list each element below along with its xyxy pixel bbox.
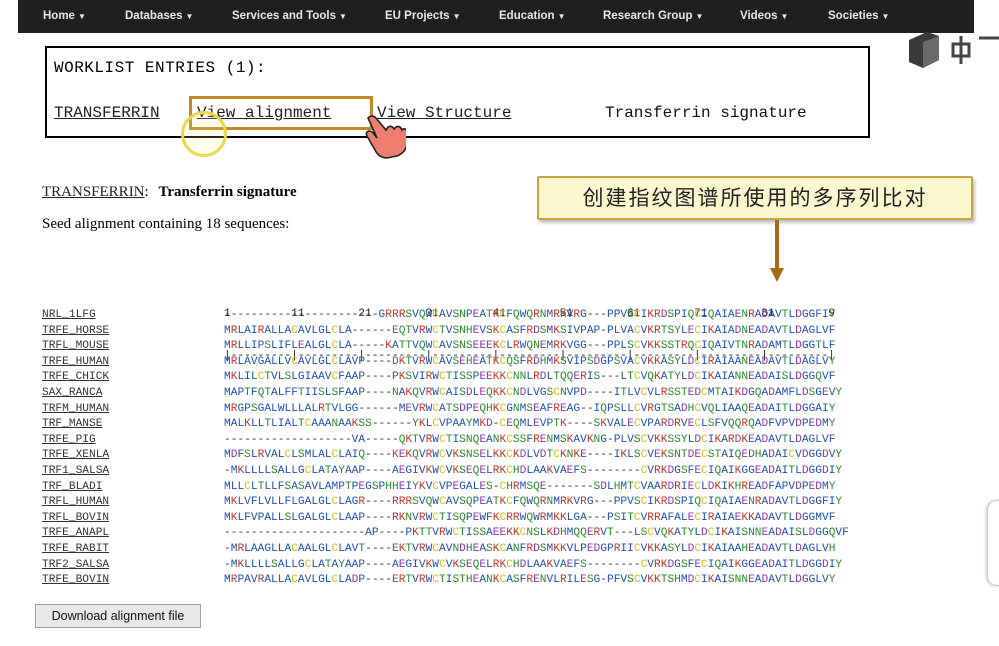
caret-down-icon: ▼ — [881, 12, 890, 21]
sequence-name-link[interactable]: TRF_BLADI — [42, 480, 222, 496]
nav-societies[interactable]: Societies ▼ — [828, 10, 889, 22]
nav-home[interactable]: Home ▼ — [43, 10, 86, 22]
sequence-name-link[interactable]: TRFE_PIG — [42, 433, 222, 449]
sequence-name-link[interactable]: TRFE_ANAPL — [42, 526, 222, 542]
caret-down-icon: ▼ — [695, 12, 704, 21]
nav-services-and-tools[interactable]: Services and Tools ▼ — [232, 10, 347, 22]
sequence-residues: MRLAIRALLACAVLGLCLA------EQTVRWCTVSNHEVS… — [224, 324, 836, 337]
sequence-residues: MRPAVRALLACAVLGLCLADP----ERTVRWCTISTHEAN… — [224, 574, 836, 587]
sequence-residues: -------------------VA-----QKTVRWCTISNQEA… — [224, 433, 836, 446]
download-alignment-button[interactable]: Download alignment file — [35, 604, 201, 628]
sequence-name-link[interactable]: TRF2_SALSA — [42, 558, 222, 574]
sequence-name-link[interactable]: TRFL_HUMAN — [42, 495, 222, 511]
alignment-title: TRANSFERRIN: Transferrin signature — [42, 184, 297, 201]
sequence-name-link[interactable]: TRFE_BOVIN — [42, 573, 222, 589]
sequence-name-link[interactable]: NRL_1LFG — [42, 308, 222, 324]
caret-down-icon: ▼ — [77, 12, 86, 21]
sequence-name-link[interactable]: TRFE_HUMAN — [42, 355, 222, 371]
caret-down-icon: ▼ — [557, 12, 566, 21]
caret-down-icon: ▼ — [780, 12, 789, 21]
sequence-residues: -----------------------GRRRSVQWCAVSNPEAT… — [224, 309, 836, 321]
page-overlay-icon[interactable] — [909, 32, 999, 68]
sequence-residues: -MKLLLLSALLGCLATAYAAP----AEGIVKWCVKSEQEL… — [224, 464, 843, 477]
nav-databases[interactable]: Databases ▼ — [125, 10, 193, 22]
caret-down-icon: ▼ — [185, 12, 194, 21]
sequence-name-link[interactable]: TRF_MANSE — [42, 417, 222, 433]
sequence-residues: ---------------------AP----PKTTVRWCTISSA… — [224, 527, 849, 540]
sequence-name-link[interactable]: TRFL_BOVIN — [42, 511, 222, 527]
sequence-residues: MLLCLTLLFSASAVLAMPTPEGSPHHEIYKVCVPEGALES… — [224, 480, 836, 493]
sequence-residues: MKLILCTVLSLGIAAVCFAAP----PKSVIRWCTISSPEE… — [224, 371, 836, 384]
caret-down-icon: ▼ — [338, 12, 347, 21]
sequence-residues: -MKLLLLSALLGCLATAYAAP----AEGIVKWCVKSEQEL… — [224, 558, 843, 571]
side-scroll-handle[interactable] — [987, 500, 999, 586]
seed-alignment-text: Seed alignment containing 18 sequences: — [42, 216, 290, 232]
sequence-residues: MALKLLTLIALTCAAANAAKSS------YKLCVPAAYMKD… — [224, 418, 836, 431]
sequence-name-link[interactable]: TRFE_RABIT — [42, 542, 222, 558]
annotation-callout: 创建指纹图谱所使用的多序列比对 — [537, 176, 973, 220]
arrow-down-icon — [770, 220, 784, 282]
sequence-name-link[interactable]: TRFM_HUMAN — [42, 402, 222, 418]
sequence-name-link[interactable]: SAX_RANCA — [42, 386, 222, 402]
sequence-residues: MAPTFQTALFFTIISLSFAAP----NAKQVRWCAISDLEQ… — [224, 386, 843, 399]
sequence-residues: MRGPSGALWLLLALRTVLGG------MEVRWCATSDPEQH… — [224, 402, 836, 415]
sequence-residues: MDFSLRVALCLSMLALCLAIQ----KEKQVRWCVKSNSEL… — [224, 449, 843, 462]
sequence-residues: MKLFVPALLSLGALGLCLAAP----RKNVRWCTISQPEWF… — [224, 511, 836, 524]
sequence-residues: MKLVFLVLLFLGALGLCLAGR----RRRSVQWCAVSQPEA… — [224, 496, 843, 509]
worklist-signature: Transferrin signature — [605, 104, 807, 122]
nav-research-group[interactable]: Research Group ▼ — [603, 10, 703, 22]
sequence-name-link[interactable]: TRFE_XENLA — [42, 448, 222, 464]
worklist-title: WORKLIST ENTRIES (1): — [54, 59, 267, 77]
nav-eu-projects[interactable]: EU Projects ▼ — [385, 10, 460, 22]
signature-label: Transferrin signature — [158, 184, 297, 200]
sequence-residues: MRLLIPSLIFLEALGLCLA-----KATTVQWCAVSNSEEE… — [224, 340, 836, 353]
caret-down-icon: ▼ — [452, 12, 461, 21]
nav-education[interactable]: Education ▼ — [499, 10, 566, 22]
hand-pointer-icon — [365, 115, 406, 159]
sequence-residues: -MRLAAGLLACAALGLCLAVT----EKTVRWCAVNDHEAS… — [224, 542, 836, 555]
sequence-name-link[interactable]: TRFE_HORSE — [42, 324, 222, 340]
worklist-link-transferrin[interactable]: TRANSFERRIN — [54, 104, 160, 122]
title-colon: : — [144, 184, 149, 200]
transferrin-link[interactable]: TRANSFERRIN — [42, 184, 145, 200]
cursor-highlight-ring — [181, 111, 227, 157]
nav-videos[interactable]: Videos ▼ — [740, 10, 788, 22]
sequence-residues: MRLAVGALLVCAVLGLCLAVP----DKTVRWCAVSEHEAT… — [224, 355, 836, 368]
sequence-name-link[interactable]: TRF1_SALSA — [42, 464, 222, 480]
sequence-name-link[interactable]: TRFE_CHICK — [42, 370, 222, 386]
worklist-panel: WORKLIST ENTRIES (1): TRANSFERRIN View a… — [45, 46, 870, 138]
top-navbar: Home ▼ Databases ▼ Services and Tools ▼ EU … — [18, 0, 974, 33]
sequence-name-link[interactable]: TRFL_MOUSE — [42, 339, 222, 355]
